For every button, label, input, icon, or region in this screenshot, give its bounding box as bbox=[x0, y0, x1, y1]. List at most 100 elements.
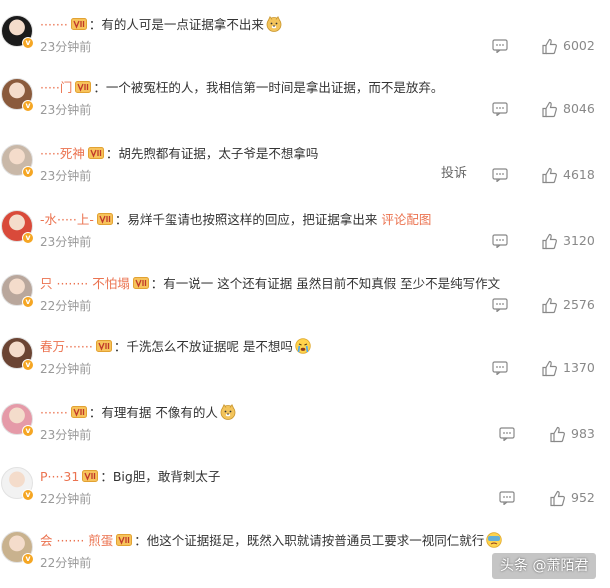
colon-separator: ： bbox=[113, 339, 127, 354]
thumbs-up-icon bbox=[549, 426, 566, 443]
username-link[interactable]: 春万······· bbox=[40, 339, 93, 354]
comment-item: v ······· ：有理有据 不像有的人 23分钟前 983 bbox=[0, 393, 610, 457]
like-count: 6002 bbox=[563, 38, 595, 53]
colon-separator: ： bbox=[88, 17, 102, 32]
reply-icon[interactable] bbox=[492, 101, 508, 117]
reply-icon[interactable] bbox=[492, 167, 508, 183]
comment-line: 春万······· ：千洗怎么不放证据呢 是不想吗 bbox=[40, 337, 311, 357]
username-link[interactable]: ······· bbox=[40, 17, 68, 32]
comment-time: 23分钟前 bbox=[40, 103, 92, 117]
like-button[interactable]: 2576 bbox=[541, 296, 595, 314]
like-count: 3120 bbox=[563, 233, 595, 248]
comment-time: 22分钟前 bbox=[40, 492, 92, 506]
comment-item: v 只 ········ 不怕塌 ：有一说一 这个还有证据 虽然目前不知真假 至少不… bbox=[0, 264, 610, 328]
comment-text: 易烊千玺请也按照这样的回应，把证据拿出来 bbox=[127, 212, 382, 227]
comment-text: 千洗怎么不放证据呢 是不想吗 bbox=[126, 339, 293, 354]
comment-text: 有理有据 不像有的人 bbox=[101, 405, 218, 420]
vip-crown-icon bbox=[116, 532, 133, 546]
verified-badge-icon: v bbox=[22, 100, 34, 112]
verified-badge-icon: v bbox=[22, 166, 34, 178]
like-count: 4618 bbox=[563, 167, 595, 182]
comment-text: 一个被冤枉的人，我相信第一时间是拿出证据，而不是放弃。 bbox=[105, 80, 444, 95]
thumbs-up-icon bbox=[549, 490, 566, 507]
thumbs-up-icon bbox=[541, 360, 558, 377]
comment-time: 23分钟前 bbox=[40, 428, 92, 442]
comment-text: 他这个证据挺足，既然入职就请按普通员工要求一视同仁就行 bbox=[146, 533, 485, 548]
verified-badge-icon: v bbox=[22, 489, 34, 501]
like-button[interactable]: 3120 bbox=[541, 232, 595, 250]
colon-separator: ： bbox=[114, 212, 128, 227]
like-button[interactable]: 6002 bbox=[541, 37, 595, 55]
vip-crown-icon bbox=[70, 16, 87, 30]
username-link[interactable]: 会 ······· 煎蛋 bbox=[40, 533, 113, 548]
facepalm-emoji-icon bbox=[486, 532, 502, 548]
like-button[interactable]: 1370 bbox=[541, 359, 595, 377]
doge-emoji-icon bbox=[220, 404, 236, 420]
reply-icon[interactable] bbox=[492, 360, 508, 376]
colon-separator: ： bbox=[150, 276, 164, 291]
reply-icon[interactable] bbox=[499, 490, 515, 506]
comment-text: 有一说一 这个还有证据 虽然目前不知真假 至少不是纯写作文 bbox=[163, 276, 501, 291]
colon-separator: ： bbox=[105, 146, 119, 161]
thumbs-up-icon bbox=[541, 101, 558, 118]
comment-time: 22分钟前 bbox=[40, 299, 92, 313]
vip-crown-icon bbox=[132, 275, 149, 289]
vip-crown-icon bbox=[96, 211, 113, 225]
vip-crown-icon bbox=[70, 404, 87, 418]
reply-icon[interactable] bbox=[492, 297, 508, 313]
comment-item: v 春万······· ：千洗怎么不放证据呢 是不想吗 22分钟前 1370 bbox=[0, 327, 610, 391]
comment-text: Big胆，敢背刺太子 bbox=[112, 469, 221, 484]
thumbs-up-icon bbox=[541, 38, 558, 55]
like-button[interactable]: 952 bbox=[549, 489, 595, 507]
watermark: 头条 @萧陌君 bbox=[492, 553, 597, 579]
username-link[interactable]: -水·····上- bbox=[40, 212, 94, 227]
colon-separator: ： bbox=[100, 469, 113, 484]
comment-time: 23分钟前 bbox=[40, 40, 92, 54]
like-count: 8046 bbox=[563, 101, 595, 116]
comment-item: v ·····死神 ：胡先煦都有证据，太子爷是不想拿吗 23分钟前 投诉 4618 bbox=[0, 134, 610, 198]
vip-crown-icon bbox=[82, 468, 99, 482]
comment-item: v ······· ：有的人可是一点证据拿不出来 23分钟前 6002 bbox=[0, 5, 610, 69]
comment-line: 会 ······· 煎蛋 ：他这个证据挺足，既然入职就请按普通员工要求一视同仁就行 bbox=[40, 531, 502, 551]
comment-text: 有的人可是一点证据拿不出来 bbox=[101, 17, 264, 32]
comment-time: 22分钟前 bbox=[40, 362, 92, 376]
like-count: 952 bbox=[571, 490, 595, 505]
vip-crown-icon bbox=[87, 145, 104, 159]
reply-icon[interactable] bbox=[492, 233, 508, 249]
like-button[interactable]: 8046 bbox=[541, 100, 595, 118]
like-button[interactable]: 983 bbox=[549, 425, 595, 443]
like-count: 1370 bbox=[563, 360, 595, 375]
thumbs-up-icon bbox=[541, 167, 558, 184]
comment-line: ······· ：有的人可是一点证据拿不出来 bbox=[40, 15, 282, 35]
comment-line: ·····门 ：一个被冤枉的人，我相信第一时间是拿出证据，而不是放弃。 bbox=[40, 78, 443, 98]
colon-separator: ： bbox=[88, 405, 102, 420]
username-link[interactable]: P····31 bbox=[40, 469, 79, 484]
username-link[interactable]: ·····死神 bbox=[40, 146, 85, 161]
verified-badge-icon: v bbox=[22, 296, 34, 308]
like-button[interactable]: 4618 bbox=[541, 166, 595, 184]
verified-badge-icon: v bbox=[22, 359, 34, 371]
colon-separator: ： bbox=[134, 533, 147, 548]
cry-emoji-icon bbox=[295, 338, 311, 354]
comment-time: 23分钟前 bbox=[40, 169, 92, 183]
comment-item: v -水·····上- ：易烊千玺请也按照这样的回应，把证据拿出来 评论配图 23分钟… bbox=[0, 200, 610, 264]
report-button[interactable]: 投诉 bbox=[441, 164, 467, 184]
comment-image-link[interactable]: 评论配图 bbox=[381, 212, 431, 227]
username-link[interactable]: ······· bbox=[40, 405, 68, 420]
like-count: 983 bbox=[571, 426, 595, 441]
doge-emoji-icon bbox=[266, 16, 282, 32]
thumbs-up-icon bbox=[541, 297, 558, 314]
comment-line: ·····死神 ：胡先煦都有证据，太子爷是不想拿吗 bbox=[40, 144, 318, 164]
comment-line: ······· ：有理有据 不像有的人 bbox=[40, 403, 236, 423]
vip-crown-icon bbox=[75, 79, 92, 93]
verified-badge-icon: v bbox=[22, 425, 34, 437]
comment-item: v P····31 ：Big胆，敢背刺太子 22分钟前 952 bbox=[0, 457, 610, 521]
reply-icon[interactable] bbox=[499, 426, 515, 442]
thumbs-up-icon bbox=[541, 233, 558, 250]
comment-line: P····31 ：Big胆，敢背刺太子 bbox=[40, 467, 220, 487]
username-link[interactable]: ·····门 bbox=[40, 80, 72, 95]
username-link[interactable]: 只 ········ 不怕塌 bbox=[40, 276, 130, 291]
comment-text: 胡先煦都有证据，太子爷是不想拿吗 bbox=[118, 146, 319, 161]
reply-icon[interactable] bbox=[492, 38, 508, 54]
vip-crown-icon bbox=[95, 338, 112, 352]
